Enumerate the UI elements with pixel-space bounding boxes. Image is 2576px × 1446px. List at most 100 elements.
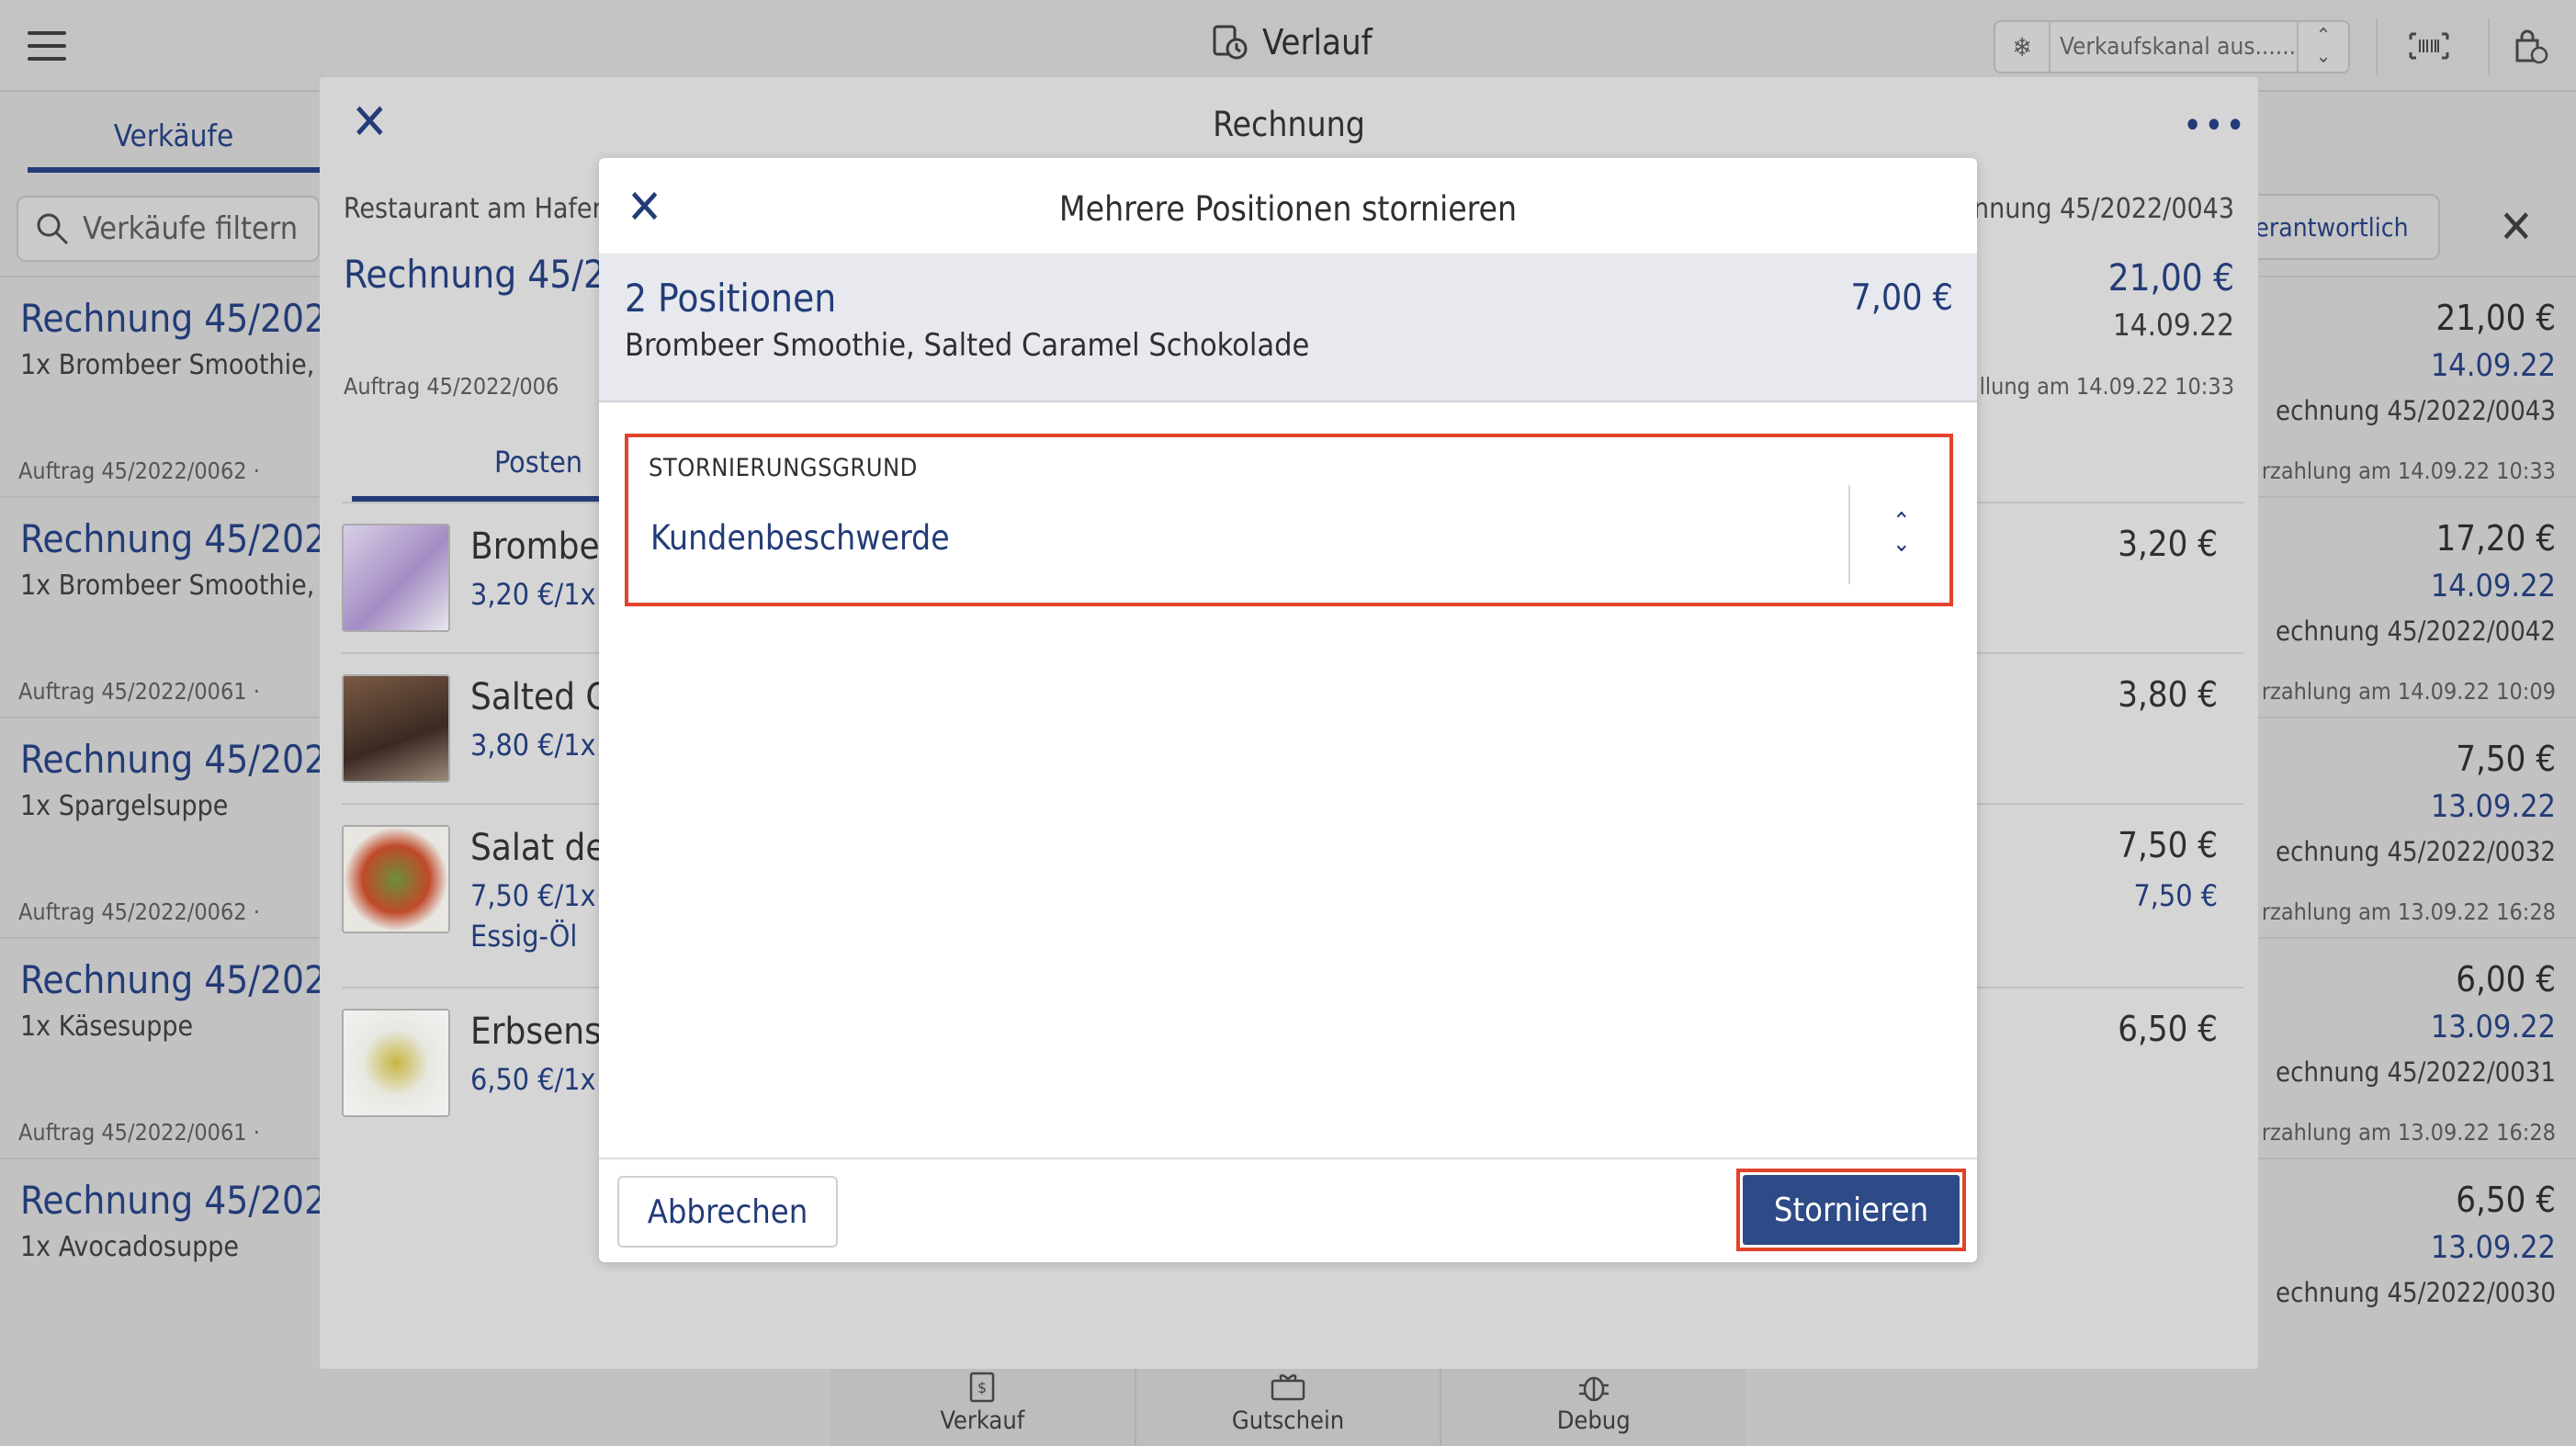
menu-icon[interactable]	[28, 31, 66, 61]
sale-items: 1x Brombeer Smoothie, 1	[20, 349, 339, 381]
invoice-heading: Rechnung 45/20	[344, 252, 628, 297]
sale-rechnung: echnung 45/2022/0032	[2276, 836, 2556, 867]
nav-verkauf[interactable]: $ Verkauf	[830, 1360, 1136, 1446]
modal-header: Mehrere Positionen stornieren ✕	[599, 158, 1977, 254]
sale-date: 13.09.22	[2430, 788, 2556, 825]
positions-count: 2 Positionen	[625, 276, 837, 321]
sale-items: 1x Brombeer Smoothie, 1	[20, 570, 339, 602]
tab-active-indicator	[28, 167, 320, 173]
modal-close-icon[interactable]: ✕	[627, 184, 662, 232]
sale-amount: 17,20 €	[2435, 518, 2556, 559]
item-sub-amount: 7,50 €	[2133, 878, 2218, 913]
confirm-highlight: Stornieren	[1736, 1169, 1966, 1251]
sale-title: Rechnung 45/2022	[20, 737, 349, 782]
page-title-text: Verlauf	[1262, 22, 1373, 62]
more-options-icon[interactable]: •••	[2183, 105, 2247, 147]
sale-items: 1x Spargelsuppe	[20, 790, 229, 822]
invoice-title: Rechnung	[1213, 105, 1365, 144]
nav-verkauf-label: Verkauf	[940, 1406, 1025, 1435]
sale-title: Rechnung 45/2022	[20, 516, 349, 561]
sale-zahlung: rzahlung am 13.09.22 16:28	[2261, 898, 2556, 925]
item-name: Salted C	[470, 676, 609, 718]
item-name: Salat de	[470, 827, 606, 869]
sale-auftrag: Auftrag 45/2022/0061 ·	[18, 1119, 260, 1146]
item-name: Erbsens	[470, 1011, 602, 1053]
item-name: Brombe	[470, 525, 600, 568]
snowflake-icon: ❄	[1995, 22, 2051, 72]
sales-channel-placeholder: Verkaufskanal aus......	[2060, 33, 2297, 61]
item-image	[342, 825, 450, 933]
sale-title: Rechnung 45/2022	[20, 957, 349, 1002]
tab-verkaeufe[interactable]: Verkäufe	[28, 118, 320, 153]
nav-gutschein[interactable]: Gutschein	[1136, 1360, 1442, 1446]
item-price: 7,50 €/1x	[470, 878, 596, 913]
sale-auftrag: Auftrag 45/2022/0061 ·	[18, 678, 260, 705]
divider	[1848, 485, 1850, 584]
positions-summary: 2 Positionen 7,00 € Brombeer Smoothie, S…	[599, 254, 1977, 402]
bag-money-icon[interactable]	[2503, 20, 2558, 72]
item-price: 3,20 €/1x	[470, 577, 596, 612]
sale-amount: 7,50 €	[2456, 739, 2556, 779]
stornieren-button[interactable]: Stornieren	[1743, 1175, 1960, 1245]
item-price: 6,50 €/1x	[470, 1062, 596, 1097]
sale-auftrag: Auftrag 45/2022/0062 ·	[18, 458, 260, 484]
page-title: Verlauf	[1211, 22, 1373, 62]
cancel-positions-modal: Mehrere Positionen stornieren ✕ 2 Positi…	[599, 158, 1977, 1262]
filter-placeholder: Verkäufe filtern	[83, 210, 299, 247]
item-amount: 3,80 €	[2118, 674, 2218, 715]
sale-date: 13.09.22	[2430, 1229, 2556, 1266]
item-price: 3,80 €/1x	[470, 728, 596, 763]
filter-input[interactable]: Verkäufe filtern	[17, 196, 320, 262]
nav-debug[interactable]: Debug	[1441, 1360, 1746, 1446]
sale-date: 14.09.22	[2430, 568, 2556, 604]
close-filter-icon[interactable]: ✕	[2499, 204, 2534, 250]
sale-items: 1x Käsesuppe	[20, 1011, 194, 1043]
invoice-amount: 21,00 €	[2107, 257, 2234, 299]
sale-date: 14.09.22	[2430, 347, 2556, 384]
sale-amount: 6,50 €	[2456, 1180, 2556, 1220]
item-amount: 3,20 €	[2118, 524, 2218, 564]
nav-debug-label: Debug	[1556, 1406, 1631, 1435]
sale-amount: 21,00 €	[2435, 298, 2556, 338]
item-extra: Essig-Öl	[470, 919, 578, 954]
divider	[2376, 18, 2378, 75]
invoice-auftrag: Auftrag 45/2022/006	[344, 373, 559, 400]
sale-date: 13.09.22	[2430, 1009, 2556, 1045]
positions-amount: 7,00 €	[1850, 277, 1953, 319]
sale-zahlung: rzahlung am 14.09.22 10:09	[2261, 678, 2556, 705]
item-amount: 6,50 €	[2118, 1009, 2218, 1049]
barcode-icon[interactable]	[2401, 20, 2457, 72]
select-stepper-icon: ⌃ ⌄	[2297, 22, 2348, 72]
cancel-button[interactable]: Abbrechen	[617, 1176, 838, 1248]
sale-title: Rechnung 45/2022	[20, 1178, 349, 1223]
modal-title: Mehrere Positionen stornieren	[1058, 189, 1518, 229]
search-icon	[37, 213, 69, 245]
invoice-zahlung: llung am 14.09.22 10:33	[1979, 373, 2234, 400]
invoice-date: 14.09.22	[2112, 307, 2234, 343]
item-image	[342, 1009, 450, 1117]
voucher-icon	[1271, 1373, 1305, 1400]
sale-zahlung: rzahlung am 14.09.22 10:33	[2261, 458, 2556, 484]
receipt-icon: $	[970, 1372, 995, 1402]
sales-channel-select[interactable]: ❄ Verkaufskanal aus...... ⌃ ⌄	[1994, 20, 2350, 73]
chevron-up-down-icon[interactable]: ⌃ ⌄	[1892, 510, 1911, 556]
invoice-number: nnung 45/2022/0043	[1972, 193, 2234, 225]
sale-title: Rechnung 45/2022	[20, 296, 349, 341]
item-image	[342, 524, 450, 632]
cancellation-reason-select[interactable]: STORNIERUNGSGRUND Kundenbeschwerde ⌃ ⌄	[625, 434, 1953, 606]
sale-items: 1x Avocadosuppe	[20, 1231, 239, 1263]
sale-rechnung: echnung 45/2022/0042	[2276, 616, 2556, 647]
positions-items: Brombeer Smoothie, Salted Caramel Schoko…	[625, 327, 1310, 364]
sale-rechnung: echnung 45/2022/0031	[2276, 1056, 2556, 1088]
sale-zahlung: rzahlung am 13.09.22 16:28	[2261, 1119, 2556, 1146]
sale-rechnung: echnung 45/2022/0043	[2276, 395, 2556, 426]
reason-value: Kundenbeschwerde	[650, 518, 950, 558]
nav-gutschein-label: Gutschein	[1231, 1406, 1345, 1435]
divider	[2488, 18, 2490, 75]
bottom-navigation: $ Verkauf Gutschein Debug	[830, 1360, 1746, 1446]
sale-rechnung: echnung 45/2022/0030	[2276, 1277, 2556, 1308]
sale-auftrag: Auftrag 45/2022/0062 ·	[18, 898, 260, 925]
reason-label: STORNIERUNGSGRUND	[649, 454, 918, 482]
sale-amount: 6,00 €	[2456, 959, 2556, 1000]
svg-text:$: $	[977, 1379, 987, 1396]
